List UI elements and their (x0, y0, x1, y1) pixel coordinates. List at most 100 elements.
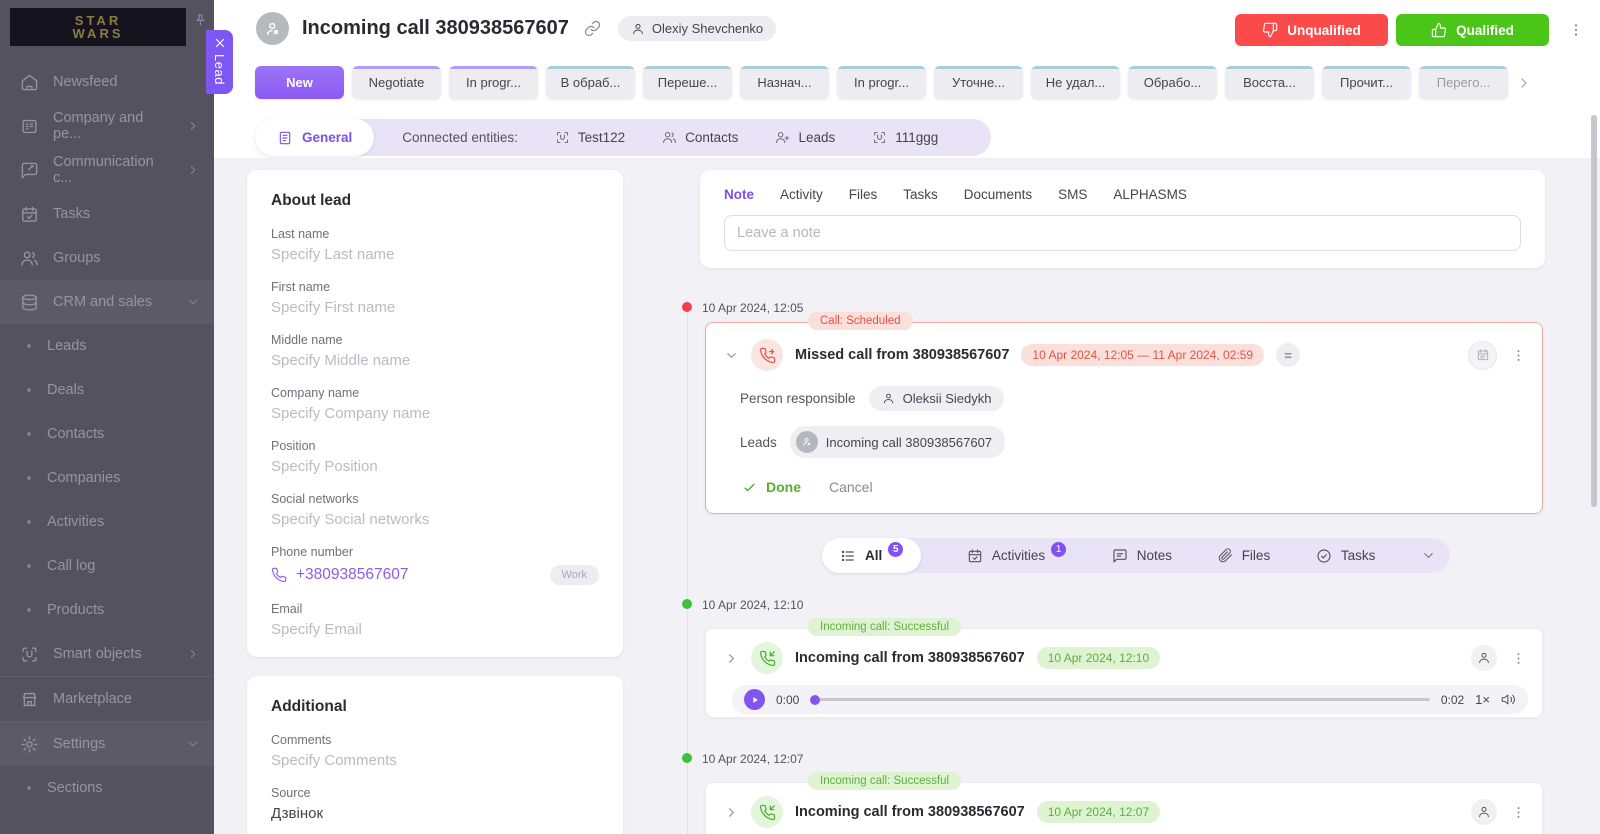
note-input[interactable] (724, 215, 1521, 251)
stage-negotiate[interactable]: Negotiate (352, 66, 441, 99)
stage-naznach[interactable]: Назнач... (740, 66, 829, 99)
filter-expand-icon[interactable] (1421, 548, 1436, 563)
filter-notes[interactable]: Notes (1112, 548, 1172, 564)
phone-number: +380938567607 (296, 566, 409, 584)
stage-vossta[interactable]: Восста... (1225, 66, 1314, 99)
sidebar-item-tasks[interactable]: Tasks (0, 192, 214, 236)
sidebar-subitem-sections[interactable]: Sections (0, 766, 214, 810)
scrollbar[interactable] (1591, 115, 1597, 507)
tab-activity[interactable]: Activity (780, 187, 823, 202)
expand-icon[interactable] (724, 651, 739, 666)
sidebar-subitem-leads[interactable]: Leads (0, 324, 214, 368)
stage-in-progress-2[interactable]: In progr... (837, 66, 926, 99)
stage-label: Восста... (1243, 75, 1296, 90)
sidebar-item-newsfeed[interactable]: Newsfeed (0, 60, 214, 104)
stage-in-progress[interactable]: In progr... (449, 66, 538, 99)
sidebar-subitem-contacts[interactable]: Contacts (0, 412, 214, 456)
sidebar-subitem-call-log[interactable]: Call log (0, 544, 214, 588)
close-icon[interactable] (214, 37, 226, 49)
sidebar-item-settings[interactable]: Settings (0, 722, 214, 766)
sidebar-subitem-deals[interactable]: Deals (0, 368, 214, 412)
lead-panel-tab[interactable]: Lead (206, 30, 233, 94)
position-field[interactable]: Specify Position (271, 458, 599, 475)
qualified-label: Qualified (1456, 23, 1514, 38)
unqualified-button[interactable]: Unqualified (1235, 14, 1388, 46)
stage-ne-udal[interactable]: Не удал... (1031, 66, 1120, 99)
calendar-avatar-icon[interactable] (1468, 341, 1497, 370)
tab-files[interactable]: Files (849, 187, 878, 202)
sidebar-item-company[interactable]: Company and pe... (0, 104, 214, 148)
stage-obrabo[interactable]: Обрабо... (1128, 66, 1217, 99)
audio-progress-bar[interactable] (810, 698, 1429, 701)
expand-icon[interactable] (724, 805, 739, 820)
play-button[interactable] (744, 689, 765, 710)
tab-tasks[interactable]: Tasks (903, 187, 938, 202)
tab-note[interactable]: Note (724, 187, 754, 202)
sidebar-item-crm[interactable]: CRM and sales (0, 280, 214, 324)
tab-sms[interactable]: SMS (1058, 187, 1087, 202)
bullet-icon (27, 476, 31, 480)
lead-chip[interactable]: Incoming call 380938567607 (790, 426, 1005, 458)
filter-activities[interactable]: Activities 1 (967, 548, 1066, 564)
audio-progress-thumb[interactable] (810, 695, 820, 705)
workspace-logo[interactable]: STAR WARS (10, 8, 186, 46)
timeline-dot-green (682, 753, 692, 763)
stage-v-obrab[interactable]: В обраб... (546, 66, 635, 99)
kebab-menu-icon[interactable] (1511, 348, 1526, 363)
tab-leads[interactable]: Leads (775, 130, 835, 145)
copy-link-icon[interactable] (584, 20, 601, 37)
comments-field[interactable]: Specify Comments (271, 752, 599, 769)
source-field[interactable]: Дзвінок (271, 805, 599, 822)
owner-chip[interactable]: Olexiy Shevchenko (618, 16, 776, 41)
first-name-field[interactable]: Specify First name (271, 299, 599, 316)
sidebar-subitem-products[interactable]: Products (0, 588, 214, 632)
sidebar-item-smart-objects[interactable]: Smart objects (0, 632, 214, 676)
cancel-button[interactable]: Cancel (829, 479, 873, 495)
equals-icon[interactable]: = (1276, 343, 1300, 367)
person-avatar-icon[interactable] (1471, 799, 1497, 825)
kebab-menu-icon[interactable] (1511, 651, 1526, 666)
phone-link[interactable]: +380938567607 (271, 566, 409, 584)
tab-alphasms[interactable]: ALPHASMS (1113, 187, 1187, 202)
sidebar-item-marketplace[interactable]: Marketplace (0, 677, 214, 721)
volume-icon[interactable] (1501, 692, 1516, 707)
audio-speed[interactable]: 1× (1475, 692, 1490, 707)
filter-tasks[interactable]: Tasks (1316, 548, 1376, 564)
stage-new[interactable]: New (255, 66, 344, 99)
sidebar-item-communication[interactable]: Communication c... (0, 148, 214, 192)
sidebar-subitem-companies[interactable]: Companies (0, 456, 214, 500)
tab-documents[interactable]: Documents (964, 187, 1032, 202)
tab-contacts[interactable]: Contacts (662, 130, 738, 145)
tab-test122[interactable]: Test122 (555, 130, 625, 145)
middle-name-field[interactable]: Specify Middle name (271, 352, 599, 369)
done-button[interactable]: Done (742, 479, 801, 495)
pushpin-icon[interactable] (193, 13, 208, 28)
last-name-field[interactable]: Specify Last name (271, 246, 599, 263)
filter-all[interactable]: All 5 (822, 538, 921, 573)
sidebar-item-label: Marketplace (53, 691, 132, 707)
kebab-menu-icon[interactable] (1568, 22, 1584, 38)
social-networks-field[interactable]: Specify Social networks (271, 511, 599, 528)
filter-all-badge: 5 (888, 542, 903, 557)
qualified-button[interactable]: Qualified (1396, 14, 1549, 46)
email-field[interactable]: Specify Email (271, 621, 599, 638)
sidebar-item-groups[interactable]: Groups (0, 236, 214, 280)
sidebar-subitem-activities[interactable]: Activities (0, 500, 214, 544)
stages-next-icon[interactable] (1516, 75, 1532, 91)
stage-prochit[interactable]: Прочит... (1322, 66, 1411, 99)
stage-pereshe[interactable]: Переше... (643, 66, 732, 99)
kebab-menu-icon[interactable] (1511, 805, 1526, 820)
collapse-icon[interactable] (724, 348, 739, 363)
tab-general[interactable]: General (255, 119, 374, 156)
sidebar-subitem-label: Call log (47, 558, 95, 574)
filter-files[interactable]: Files (1218, 548, 1271, 563)
incoming-call-card-1207: Incoming call: Successful Incoming call … (705, 782, 1543, 834)
sidebar-nav: Newsfeed Company and pe... Communication… (0, 60, 214, 810)
company-name-field[interactable]: Specify Company name (271, 405, 599, 422)
person-avatar-icon[interactable] (1471, 645, 1497, 671)
stage-utochne[interactable]: Уточне... (934, 66, 1023, 99)
tab-111ggg[interactable]: 111ggg (872, 130, 938, 145)
stage-perego[interactable]: Перего... (1419, 66, 1508, 99)
person-responsible-chip[interactable]: Oleksii Siedykh (869, 386, 1005, 411)
card-header-actions (1471, 645, 1526, 671)
